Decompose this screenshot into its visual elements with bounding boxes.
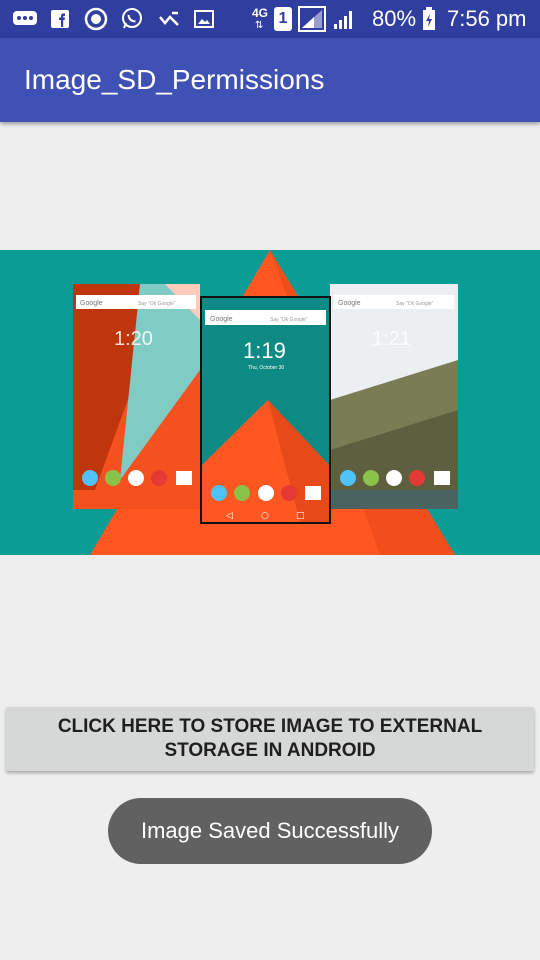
network-arrows-icon: ⇅ [255, 20, 264, 31]
phone-left-clock: 1:20 [114, 328, 153, 350]
phone-left-hint: Say "Ok Google" [138, 301, 176, 307]
phone-center-search: Google [210, 316, 233, 323]
svg-text:□: □ [296, 511, 305, 521]
phone-center-hint: Say "Ok Google" [270, 317, 308, 323]
check-icon [158, 8, 180, 30]
phone-right: Google Say "Ok Google" 1:21 [330, 284, 458, 509]
status-bar: 4G ⇅ 1 80% 7:56 pm [0, 0, 540, 38]
chat-bubble-icon [12, 8, 38, 30]
svg-text:○: ○ [261, 511, 269, 521]
whatsapp-icon [120, 8, 144, 30]
phones-illustration: Google Say "Ok Google" 1:20 Google Say "… [0, 250, 540, 555]
phone-right-clock: 1:21 [372, 328, 411, 350]
app-bar: Image_SD_Permissions [0, 38, 540, 122]
signal-sim1-icon [298, 6, 326, 32]
sim-label: 1 [278, 10, 288, 27]
toast-message: Image Saved Successfully [140, 818, 400, 843]
facebook-icon [50, 8, 70, 30]
status-time: 7:56 pm [447, 6, 527, 31]
phone-center-clock: 1:19 [243, 338, 286, 363]
signal-sim2-icon [332, 8, 356, 30]
svg-text:◁: ◁ [226, 511, 233, 521]
phone-center: Google Say "Ok Google" 1:19 Thu, October… [200, 296, 331, 524]
store-image-button[interactable]: CLICK HERE TO STORE IMAGE TO EXTERNAL ST… [6, 707, 534, 771]
browser-icon [84, 7, 108, 31]
battery-percent: 80% [372, 6, 417, 31]
battery-icon [422, 7, 436, 31]
sim-badge: 1 [274, 7, 292, 31]
phone-center-date: Thu, October 30 [248, 365, 284, 371]
network-label: 4G [252, 6, 269, 20]
image-icon [194, 8, 214, 30]
phone-right-search: Google [338, 300, 361, 307]
app-title: Image_SD_Permissions [24, 64, 325, 95]
phone-left: Google Say "Ok Google" 1:20 [73, 284, 200, 509]
phone-left-search: Google [80, 300, 103, 307]
toast: Image Saved Successfully [108, 798, 432, 864]
hero-image: Google Say "Ok Google" 1:20 Google Say "… [0, 250, 540, 555]
phone-right-hint: Say "Ok Google" [396, 301, 434, 307]
